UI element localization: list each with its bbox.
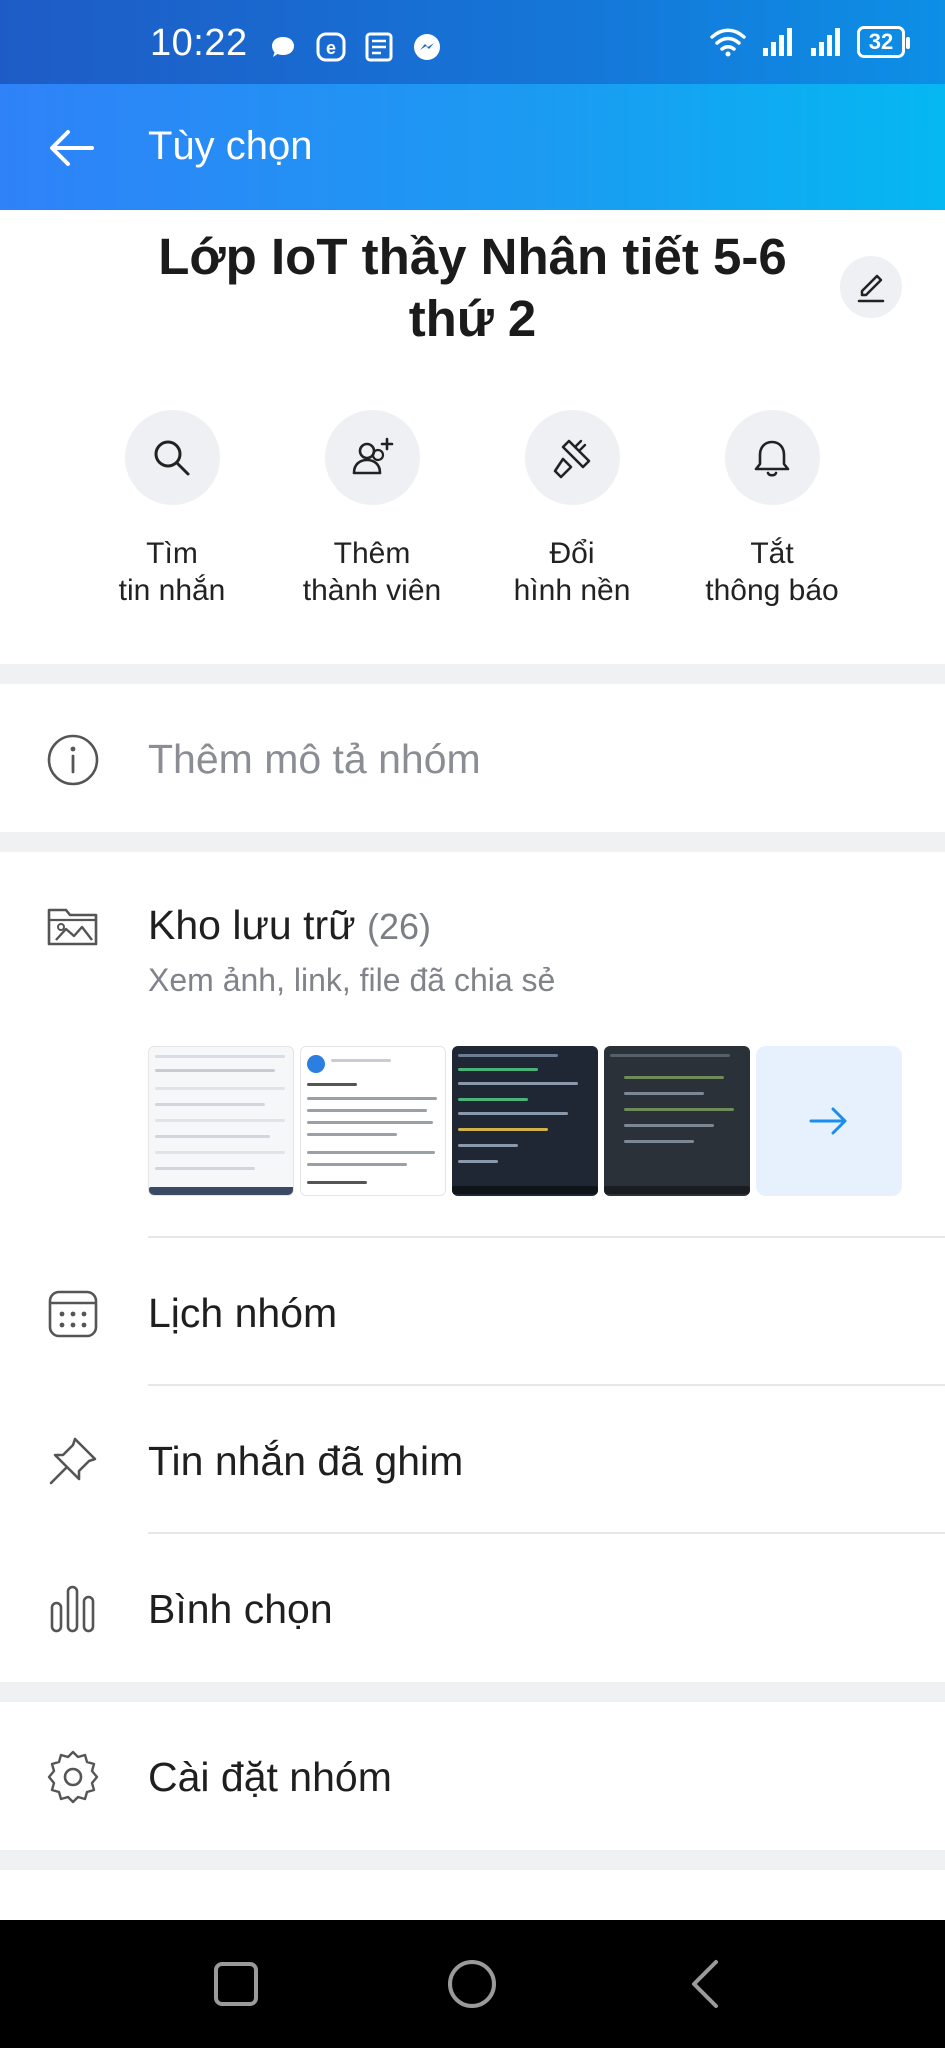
document-icon — [365, 32, 393, 62]
edit-group-name-button[interactable] — [840, 256, 902, 318]
signal-icon — [763, 28, 792, 56]
bell-icon — [754, 440, 790, 477]
media-thumbnail[interactable] — [452, 1046, 598, 1196]
poll-icon — [44, 1580, 102, 1638]
divider — [148, 1236, 945, 1238]
add-group-description[interactable]: Thêm mô tả nhóm — [148, 736, 481, 783]
bell-icon-circle — [724, 410, 820, 505]
messenger-icon — [414, 34, 440, 60]
status-bar: 10:22 e 32 — [0, 0, 945, 84]
add-member-button[interactable]: Thêm thành viên — [272, 410, 472, 609]
search-messages-button[interactable]: Tìm tin nhắn — [72, 410, 272, 609]
signal-icon — [811, 28, 840, 56]
group-calendar-item[interactable]: Lịch nhóm — [148, 1290, 337, 1337]
section-separator — [0, 1682, 945, 1702]
action-label: Tắt thông báo — [705, 537, 839, 607]
add-member-icon — [352, 437, 394, 474]
media-thumbnails — [148, 1046, 902, 1196]
info-icon — [44, 731, 102, 789]
page-title: Tùy chọn — [148, 124, 313, 168]
storage-title: Kho lưu trữ — [148, 902, 356, 948]
media-thumbnail[interactable] — [604, 1046, 750, 1196]
poll-item[interactable]: Bình chọn — [148, 1586, 333, 1633]
pinned-messages-item[interactable]: Tin nhắn đã ghim — [148, 1438, 463, 1485]
divider — [148, 1532, 945, 1534]
folder-image-icon — [44, 896, 102, 954]
view-all-media-button[interactable] — [756, 1046, 902, 1196]
group-settings-item[interactable]: Cài đặt nhóm — [148, 1754, 392, 1801]
pencil-icon — [857, 274, 885, 303]
paintbrush-icon-circle — [524, 410, 620, 505]
gear-icon — [44, 1748, 102, 1806]
divider — [148, 1384, 945, 1386]
wifi-icon — [710, 28, 746, 57]
svg-text:e: e — [326, 38, 336, 58]
status-time: 10:22 — [150, 22, 248, 64]
back-icon[interactable] — [680, 1956, 736, 2012]
mute-notifications-button[interactable]: Tắt thông báo — [672, 410, 872, 609]
search-icon-circle — [124, 410, 220, 505]
paintbrush-icon — [553, 439, 591, 478]
section-separator — [0, 832, 945, 852]
calendar-icon — [44, 1284, 102, 1342]
section-separator — [0, 1850, 945, 1870]
add-member-icon-circle — [324, 410, 420, 505]
pin-icon — [44, 1432, 102, 1490]
action-label: Tìm tin nhắn — [118, 537, 226, 607]
action-label: Thêm thành viên — [302, 537, 442, 607]
system-navigation-bar — [0, 1920, 945, 2048]
search-icon — [154, 440, 190, 475]
change-background-button[interactable]: Đổi hình nền — [472, 410, 672, 609]
arrow-right-icon — [809, 1107, 847, 1135]
action-label: Đổi hình nền — [513, 537, 631, 607]
app-bar: Tùy chọn — [0, 84, 945, 210]
recents-icon[interactable] — [208, 1956, 264, 2012]
chat-bubble-icon — [272, 37, 294, 57]
group-name: Lớp IoT thầy Nhân tiết 5-6 thứ 2 — [158, 228, 787, 347]
arrow-left-icon[interactable] — [44, 120, 100, 176]
storage-subtitle: Xem ảnh, link, file đã chia sẻ — [148, 962, 556, 998]
storage-count: (26) — [367, 906, 432, 947]
battery-indicator: 32 — [857, 26, 910, 58]
media-thumbnail[interactable] — [300, 1046, 446, 1196]
home-icon[interactable] — [444, 1956, 500, 2012]
section-separator — [0, 664, 945, 684]
e-app-icon: e — [316, 32, 346, 62]
media-thumbnail[interactable] — [148, 1046, 294, 1196]
storage-row[interactable]: Kho lưu trữ (26) — [148, 902, 431, 949]
